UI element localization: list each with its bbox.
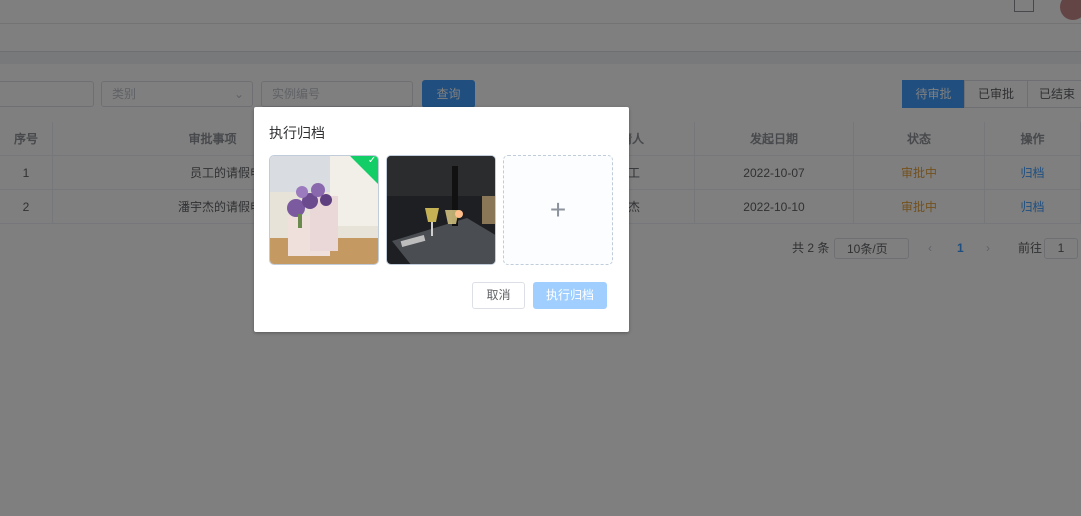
archive-dialog: 执行归档 ✓ + 取消 执行归档 (254, 107, 629, 332)
dialog-title: 执行归档 (269, 125, 325, 141)
uploaded-image-flowers[interactable]: ✓ (269, 155, 379, 265)
drinks-photo (387, 156, 495, 264)
check-icon: ✓ (367, 155, 377, 166)
upload-add-card[interactable]: + (503, 155, 613, 265)
flowers-photo (270, 156, 378, 264)
execute-archive-button[interactable]: 执行归档 (533, 282, 607, 309)
uploaded-image-drinks[interactable] (386, 155, 496, 265)
plus-icon: + (549, 194, 567, 225)
cancel-button[interactable]: 取消 (472, 282, 525, 309)
